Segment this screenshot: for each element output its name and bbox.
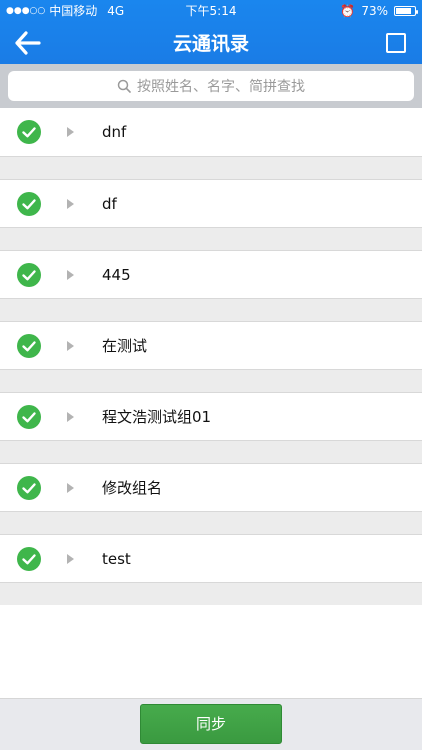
expand-arrow-icon[interactable]	[67, 199, 74, 209]
section-separator	[0, 441, 422, 463]
group-name: 修改组名	[102, 479, 163, 497]
expand-arrow-icon[interactable]	[67, 341, 74, 351]
group-list: dnf df 445 在测试程文浩测试组01 修改组名 test	[0, 108, 422, 605]
expand-arrow-icon[interactable]	[67, 127, 74, 137]
section-separator	[0, 299, 422, 321]
search-bar-container: 按照姓名、名字、简拼查找	[0, 64, 422, 108]
navigation-bar: 云通讯录	[0, 22, 422, 64]
section-separator	[0, 370, 422, 392]
checkmark-icon[interactable]	[17, 334, 41, 358]
group-name: test	[102, 550, 131, 568]
list-item[interactable]: test	[0, 534, 422, 583]
expand-arrow-icon[interactable]	[67, 412, 74, 422]
section-separator	[0, 512, 422, 534]
group-name: df	[102, 195, 117, 213]
list-item[interactable]: dnf	[0, 108, 422, 157]
section-separator	[0, 583, 422, 605]
search-input[interactable]: 按照姓名、名字、简拼查找	[8, 71, 414, 101]
search-icon	[117, 79, 131, 93]
group-name: 445	[102, 266, 131, 284]
checkmark-icon[interactable]	[17, 405, 41, 429]
group-name: dnf	[102, 123, 127, 141]
top-bar: ●●●○○ 中国移动 4G 下午5:14 ⏰ 73% 云通讯录	[0, 0, 422, 64]
list-item[interactable]: 程文浩测试组01	[0, 392, 422, 441]
search-placeholder: 按照姓名、名字、简拼查找	[137, 79, 305, 95]
section-separator	[0, 228, 422, 250]
status-bar: ●●●○○ 中国移动 4G 下午5:14 ⏰ 73%	[0, 0, 422, 22]
expand-arrow-icon[interactable]	[67, 270, 74, 280]
alarm-icon: ⏰	[340, 4, 356, 18]
bottom-toolbar: 同步	[0, 698, 422, 750]
select-all-checkbox[interactable]	[386, 33, 406, 53]
expand-arrow-icon[interactable]	[67, 554, 74, 564]
list-item[interactable]: 修改组名	[0, 463, 422, 512]
page-title: 云通讯录	[172, 33, 249, 55]
group-name: 在测试	[102, 337, 148, 355]
section-separator	[0, 157, 422, 179]
battery-icon	[394, 6, 418, 16]
checkmark-icon[interactable]	[17, 120, 41, 144]
battery-percent: 73%	[361, 4, 388, 18]
checkmark-icon[interactable]	[17, 263, 41, 287]
checkmark-icon[interactable]	[17, 192, 41, 216]
checkmark-icon[interactable]	[17, 476, 41, 500]
sync-button[interactable]: 同步	[140, 704, 282, 744]
checkmark-icon[interactable]	[17, 547, 41, 571]
expand-arrow-icon[interactable]	[67, 483, 74, 493]
group-name: 程文浩测试组01	[102, 408, 212, 426]
list-item[interactable]: 445	[0, 250, 422, 299]
list-item[interactable]: df	[0, 179, 422, 228]
list-item[interactable]: 在测试	[0, 321, 422, 370]
